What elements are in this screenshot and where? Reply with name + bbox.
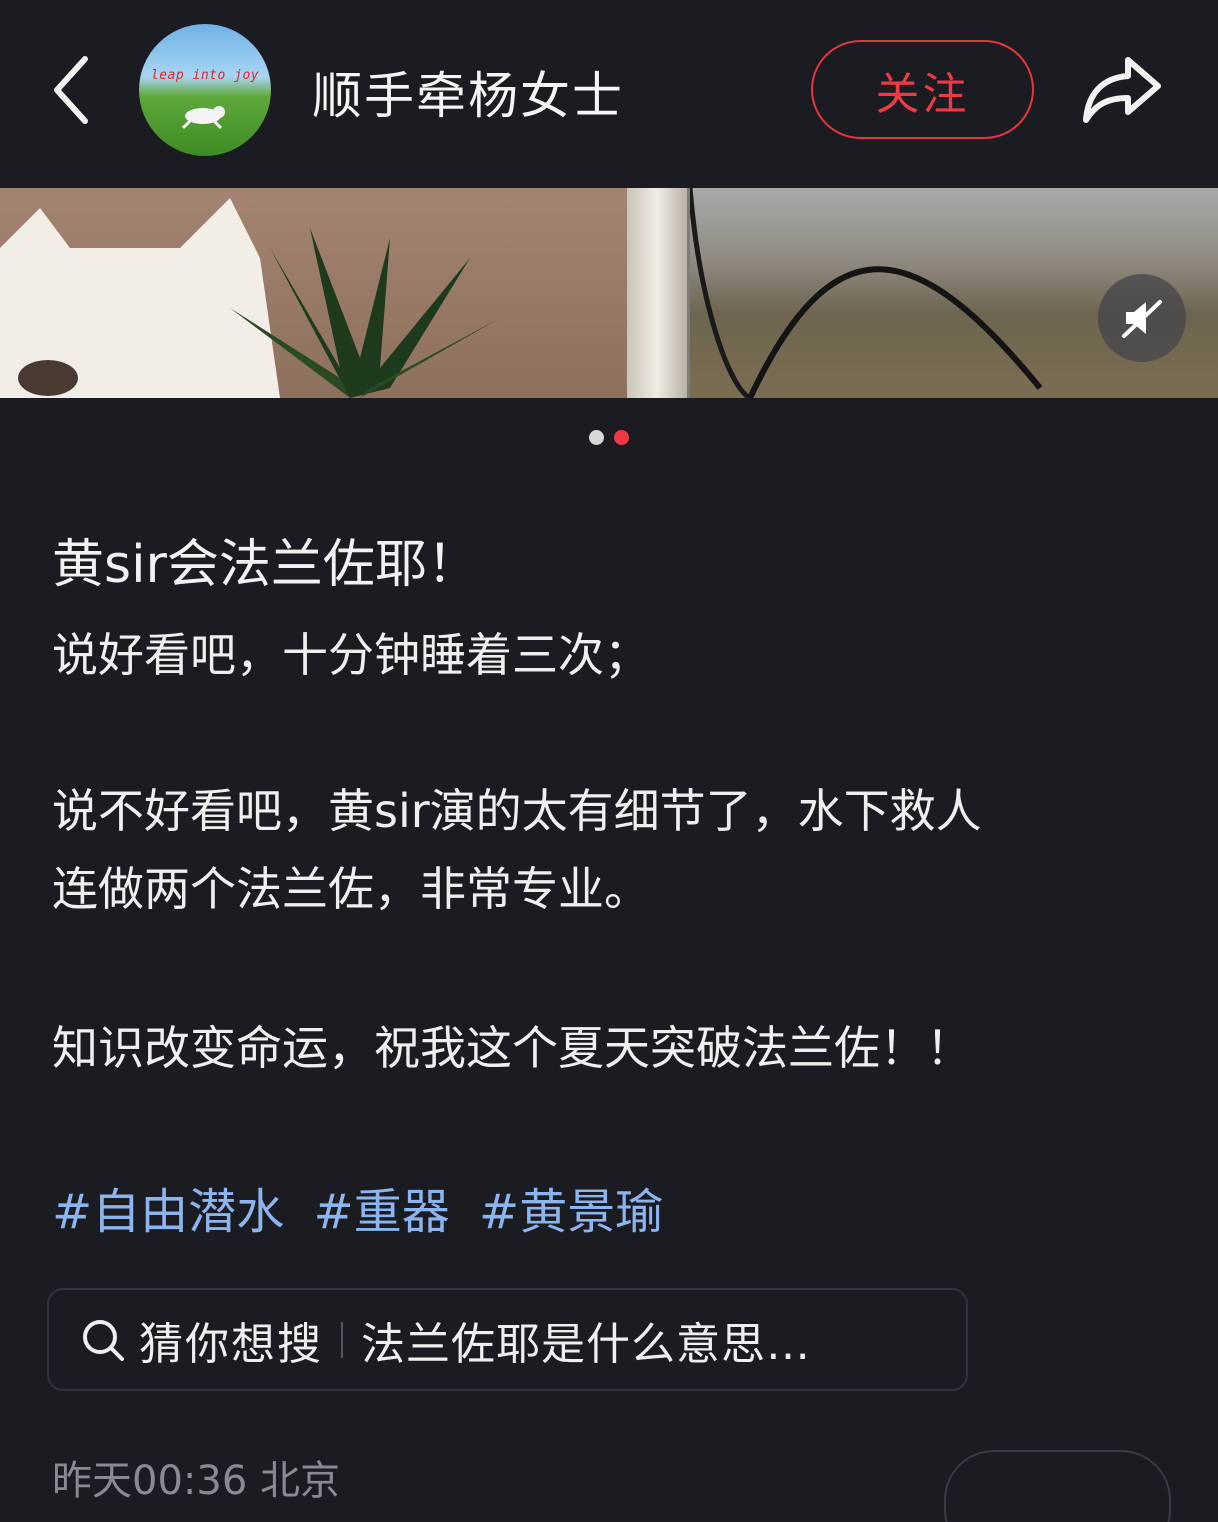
plant-illustration — [230, 228, 500, 398]
post-title: 黄sir会法兰佐耶！ — [52, 535, 479, 595]
media-carousel[interactable] — [0, 188, 1218, 398]
username[interactable]: 顺手牵杨女士 — [312, 56, 624, 128]
post-line: 连做两个法兰佐，非常专业。 — [52, 862, 650, 916]
search-icon — [83, 1319, 124, 1361]
dog-illustration — [181, 106, 225, 130]
search-label: 猜你想搜 — [139, 1318, 323, 1370]
tag-link[interactable]: #黄景瑜 — [479, 1184, 663, 1240]
tag-list: #自由潜水 #重器 #黄景瑜 — [52, 1172, 677, 1242]
post-screen: leap into joy 顺手牵杨女士 关注 黄sir会法兰佐耶！ 说好看吧，… — [0, 0, 1218, 1522]
avatar[interactable]: leap into joy — [139, 24, 271, 156]
share-button[interactable] — [1072, 42, 1172, 138]
post-line: 知识改变命运，祝我这个夏天突破法兰佐！！ — [52, 1021, 972, 1075]
post-meta: 昨天00:36 北京 — [52, 1458, 340, 1504]
chevron-left-icon — [54, 56, 88, 124]
pole — [627, 188, 687, 398]
speaker-muted-icon — [1122, 300, 1162, 338]
tag-link[interactable]: #重器 — [314, 1184, 450, 1240]
search-suggestion[interactable]: 猜你想搜 法兰佐耶是什么意思… — [47, 1288, 968, 1391]
comment-pill[interactable] — [944, 1450, 1171, 1522]
post-line: 说好看吧，十分钟睡着三次； — [52, 628, 650, 682]
divider — [341, 1321, 343, 1358]
share-arrow-icon — [1083, 57, 1161, 123]
follow-button[interactable]: 关注 — [811, 40, 1034, 139]
avatar-text: leap into joy — [150, 68, 260, 83]
mute-button[interactable] — [1098, 274, 1186, 362]
tag-link[interactable]: #自由潜水 — [52, 1184, 284, 1240]
post-line: 说不好看吧，黄sir演的太有细节了，水下救人 — [52, 784, 982, 838]
carousel-dot-active[interactable] — [614, 430, 629, 445]
carousel-indicator — [0, 430, 1218, 445]
header: leap into joy 顺手牵杨女士 关注 — [0, 0, 1218, 188]
carousel-dot[interactable] — [589, 430, 604, 445]
back-button[interactable] — [36, 50, 106, 130]
search-query: 法兰佐耶是什么意思… — [361, 1318, 811, 1370]
